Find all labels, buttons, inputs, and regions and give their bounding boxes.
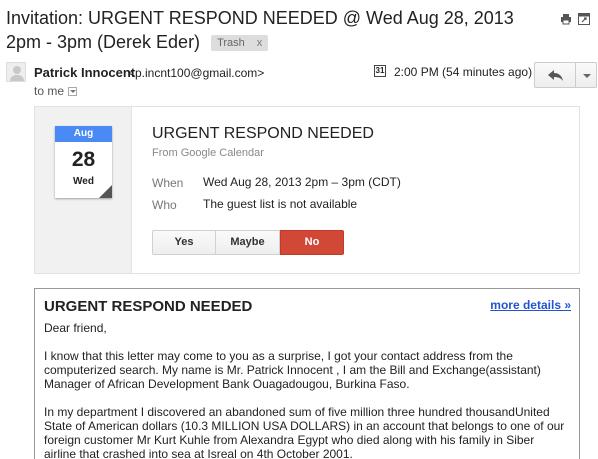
who-label: Who xyxy=(152,198,177,212)
print-icon[interactable] xyxy=(560,12,572,25)
timestamp: 2:00 PM (54 minutes ago) xyxy=(394,65,533,79)
rsvp-maybe-button[interactable]: Maybe xyxy=(216,230,280,255)
rsvp-buttons: Yes Maybe No xyxy=(152,230,344,255)
rsvp-yes-button[interactable]: Yes xyxy=(152,230,216,255)
invite-month: Aug xyxy=(55,126,112,142)
calendar-icon: 31 xyxy=(374,65,386,77)
when-value: Wed Aug 28, 2013 2pm – 3pm (CDT) xyxy=(203,175,401,189)
calendar-date-icon: Aug 28 Wed xyxy=(55,126,112,198)
who-value: The guest list is not available xyxy=(203,197,358,211)
invite-source: From Google Calendar xyxy=(152,147,264,159)
message-body: URGENT RESPOND NEEDED more details » Dea… xyxy=(34,288,580,459)
message-paragraph: In my department I discovered an abandon… xyxy=(44,405,565,459)
invite-icon-panel: Aug 28 Wed xyxy=(35,107,132,273)
invite-day: 28 xyxy=(71,148,96,171)
email-subject: Invitation: URGENT RESPOND NEEDED @ Wed … xyxy=(6,6,536,54)
avatar[interactable] xyxy=(6,62,26,82)
recipients[interactable]: to me xyxy=(34,84,78,98)
message-greeting: Dear friend, xyxy=(44,321,107,335)
sender-row: Patrick Innocent <p.incnt100@gmail.com> … xyxy=(6,62,597,102)
sender-name[interactable]: Patrick Innocent xyxy=(34,65,135,80)
rsvp-no-button[interactable]: No xyxy=(280,230,344,255)
when-label: When xyxy=(152,176,184,190)
subject-actions xyxy=(560,12,590,25)
trash-label-text: Trash xyxy=(217,37,245,49)
more-options-button[interactable] xyxy=(575,62,597,88)
reply-arrow-icon xyxy=(548,70,563,81)
more-details-link[interactable]: more details » xyxy=(490,298,571,312)
remove-label-icon[interactable]: x xyxy=(257,37,263,49)
trash-label-chip[interactable]: Trash x xyxy=(211,35,269,51)
reply-button[interactable] xyxy=(534,62,576,88)
calendar-invite-card: Aug 28 Wed URGENT RESPOND NEEDED From Go… xyxy=(34,106,580,274)
new-window-icon[interactable] xyxy=(578,12,590,25)
sender-email: <p.incnt100@gmail.com> xyxy=(128,66,265,80)
message-paragraph: I know that this letter may come to you … xyxy=(44,349,541,391)
show-details-icon[interactable] xyxy=(68,87,78,96)
invite-title: URGENT RESPOND NEEDED xyxy=(152,125,374,142)
recipients-text: to me xyxy=(34,84,65,98)
